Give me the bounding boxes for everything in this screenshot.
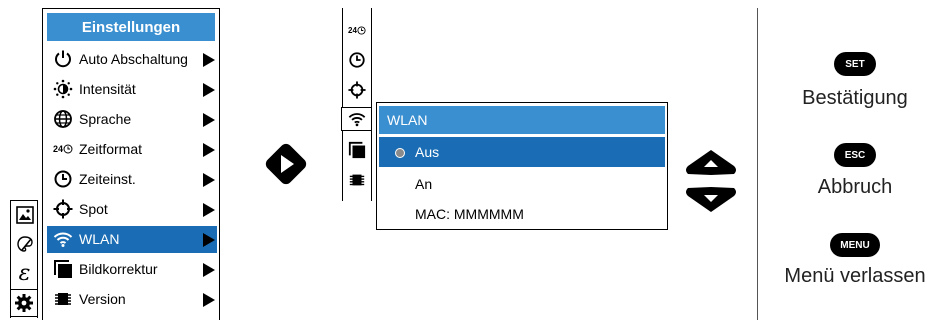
- crosshair-icon: [348, 81, 366, 99]
- radio-selected-icon: [395, 148, 405, 158]
- wlan-option-on[interactable]: An: [379, 169, 665, 199]
- legend-cancel-text: Abbruch: [817, 176, 893, 198]
- tab-column: ε: [10, 200, 38, 318]
- menu-item-version[interactable]: Version: [47, 286, 217, 313]
- menu-item-auto-off[interactable]: Auto Abschaltung: [47, 46, 217, 73]
- esc-key-label: ESC: [844, 149, 866, 161]
- power-icon: [55, 50, 71, 68]
- arrow-right-icon: [203, 113, 215, 127]
- menu-item-label: Bildkorrektur: [79, 261, 158, 277]
- wlan-popup: WLAN Aus An MAC: MMMMMM: [376, 102, 668, 230]
- clock-icon: [54, 170, 72, 188]
- tab-emissivity[interactable]: ε: [11, 259, 38, 287]
- chip-icon: [55, 293, 71, 305]
- set-key-label: SET: [845, 58, 865, 70]
- crosshair-icon: [53, 199, 73, 219]
- menu-key-label: MENU: [840, 239, 870, 251]
- image-correction-icon: [54, 260, 72, 278]
- tab-image[interactable]: [11, 201, 38, 229]
- menu-item-time-setting[interactable]: Zeiteinst.: [47, 166, 217, 193]
- menu-item-image-correction[interactable]: Bildkorrektur: [47, 256, 217, 283]
- wlan-popup-title: WLAN: [379, 106, 665, 134]
- arrow-right-icon: [203, 263, 215, 277]
- menu-item-label: Intensität: [79, 81, 136, 97]
- wifi-icon: [53, 232, 73, 247]
- arrow-right-icon: [203, 233, 215, 247]
- submenu-icon-column: 24: [341, 8, 372, 201]
- image-icon: [15, 206, 34, 224]
- chip-icon: [349, 174, 365, 186]
- time-format-icon: 24: [53, 139, 73, 159]
- menu-item-intensity[interactable]: Intensität: [47, 76, 217, 103]
- clock-small-icon: [63, 144, 73, 154]
- menu-item-label: Zeiteinst.: [79, 171, 136, 187]
- palette-icon: [16, 236, 33, 252]
- set-key: SET: [834, 52, 876, 76]
- menu-item-label: Spot: [79, 201, 108, 217]
- arrow-right-icon: [203, 53, 215, 67]
- clock-icon: [349, 52, 365, 68]
- time-format-icon-text: 24: [53, 144, 64, 154]
- settings-menu: Einstellungen Auto Abschaltung Intensitä…: [42, 8, 220, 320]
- menu-item-label: Auto Abschaltung: [79, 51, 188, 67]
- wlan-mac-address: MAC: MMMMMM: [379, 199, 665, 229]
- menu-key: MENU: [830, 233, 880, 257]
- emissivity-icon: ε: [18, 260, 31, 286]
- menu-item-label: Sprache: [79, 111, 132, 127]
- up-down-buttons: [682, 148, 740, 214]
- time-format-icon: 24: [348, 25, 357, 35]
- diamond-right-icon: [265, 143, 307, 185]
- down-button[interactable]: [686, 187, 736, 212]
- esc-key: ESC: [834, 143, 876, 167]
- menu-item-time-format[interactable]: 24 Zeitformat: [47, 136, 217, 163]
- image-correction-icon: [348, 141, 366, 159]
- menu-item-language[interactable]: Sprache: [47, 106, 217, 133]
- submenu-wlan[interactable]: [341, 107, 372, 131]
- wlan-option-off[interactable]: Aus: [379, 137, 665, 167]
- up-button[interactable]: [686, 150, 736, 175]
- submenu-image-correction[interactable]: [346, 138, 368, 162]
- wlan-option-label: Aus: [415, 144, 440, 160]
- tab-settings[interactable]: [10, 289, 38, 317]
- legend-exit-text: Menü verlassen: [784, 265, 926, 287]
- arrow-right-icon: [203, 173, 215, 187]
- clock-small-icon: [357, 25, 366, 35]
- right-nav-button[interactable]: [262, 140, 310, 188]
- menu-title: Einstellungen: [47, 13, 215, 41]
- gear-icon: [15, 294, 33, 312]
- menu-item-label: Zeitformat: [79, 141, 143, 157]
- wlan-mac-label: MAC: MMMMMM: [415, 206, 524, 222]
- arrow-right-icon: [203, 293, 215, 307]
- legend-confirm-text: Bestätigung: [802, 87, 908, 109]
- menu-item-label: WLAN: [79, 231, 120, 247]
- wlan-option-label: An: [415, 176, 433, 192]
- menu-item-wlan[interactable]: WLAN: [47, 226, 217, 253]
- arrow-right-icon: [203, 143, 215, 157]
- tab-palette[interactable]: [11, 230, 38, 258]
- arrow-right-icon: [203, 203, 215, 217]
- menu-item-spot[interactable]: Spot: [47, 196, 217, 223]
- wlan-popup-title-text: WLAN: [387, 112, 428, 128]
- wifi-icon: [348, 113, 365, 127]
- submenu-clock[interactable]: [346, 48, 368, 72]
- submenu-time-format[interactable]: 24: [346, 18, 368, 42]
- submenu-version[interactable]: [346, 168, 368, 192]
- brightness-icon: [53, 79, 73, 99]
- menu-item-label: Version: [79, 291, 126, 307]
- arrow-right-icon: [203, 83, 215, 97]
- globe-icon: [54, 110, 72, 128]
- divider: [757, 8, 758, 320]
- submenu-spot[interactable]: [346, 78, 368, 102]
